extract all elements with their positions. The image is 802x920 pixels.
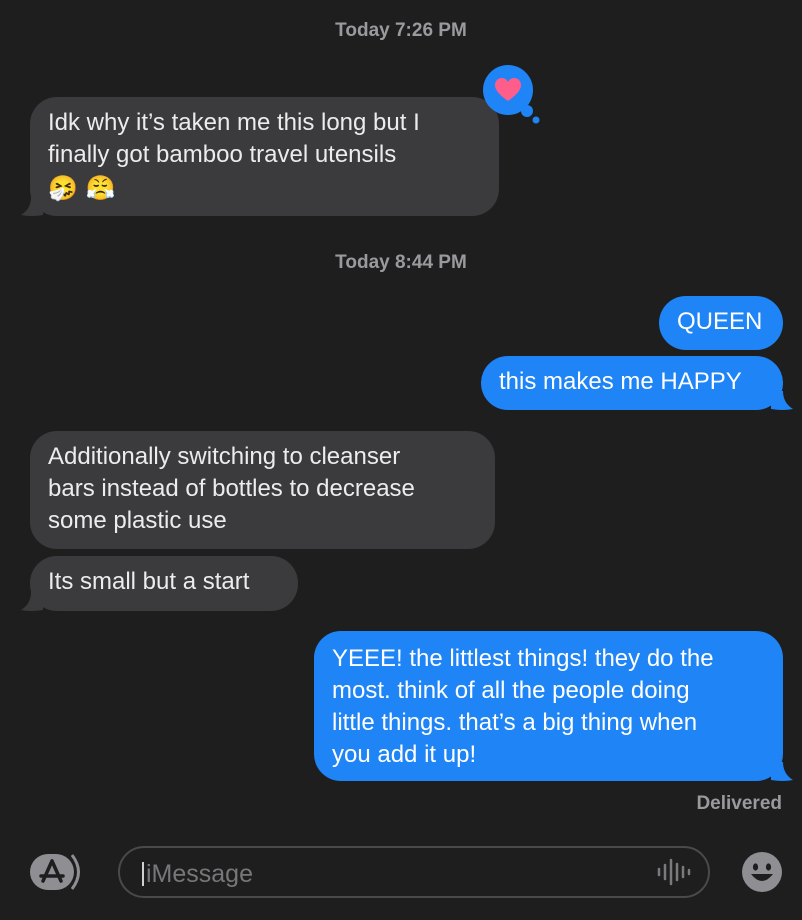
outgoing-message[interactable]: YEEE! the littlest things! they do the m… <box>314 631 783 781</box>
bubble-tail <box>771 391 793 410</box>
message-line: some plastic use <box>48 507 227 534</box>
apps-button[interactable] <box>30 852 84 892</box>
message-input[interactable]: iMessage <box>118 846 710 898</box>
message-line: you add it up! <box>332 741 477 768</box>
outgoing-message[interactable]: QUEEN <box>659 296 783 350</box>
bubble-tail <box>21 592 43 611</box>
incoming-message[interactable]: Its small but a start <box>30 556 298 611</box>
message-line: Idk why it’s taken me this long but I <box>48 109 420 136</box>
message-text: this makes me HAPPY <box>499 368 742 395</box>
message-line: YEEE! the littlest things! they do the <box>332 645 714 672</box>
text-caret <box>142 862 144 886</box>
message-text: QUEEN <box>677 308 763 335</box>
smiley-icon <box>742 852 782 892</box>
message-line: finally got bamboo travel utensils <box>48 141 397 168</box>
bubble-tail <box>21 197 43 216</box>
incoming-message[interactable]: Idk why it’s taken me this long but I fi… <box>30 97 499 216</box>
emoji-row: 🤧 😤 <box>48 173 481 205</box>
message-text: Its small but a start <box>48 568 250 595</box>
steam-from-nose-emoji: 😤 <box>85 175 116 202</box>
message-line: little things. that’s a big thing when <box>332 709 698 736</box>
timestamp: Today 8:44 PM <box>335 252 467 273</box>
app-store-icon <box>30 854 80 890</box>
message-line: most. think of all the people doing <box>332 677 690 704</box>
message-line: bars instead of bottles to decrease <box>48 475 415 502</box>
heart-reaction-icon[interactable] <box>480 65 542 127</box>
delivered-status: Delivered <box>696 793 782 814</box>
message-line: Additionally switching to cleanser <box>48 443 401 470</box>
timestamp: Today 7:26 PM <box>335 20 467 41</box>
outgoing-message[interactable]: this makes me HAPPY <box>481 356 783 410</box>
emoji-button[interactable] <box>741 851 783 898</box>
bubble-tail <box>771 762 793 781</box>
incoming-message[interactable]: Additionally switching to cleanser bars … <box>30 431 495 549</box>
message-input-placeholder: iMessage <box>146 860 253 888</box>
audio-waveform-icon[interactable] <box>656 858 692 886</box>
sneezing-face-emoji: 🤧 <box>48 175 78 202</box>
